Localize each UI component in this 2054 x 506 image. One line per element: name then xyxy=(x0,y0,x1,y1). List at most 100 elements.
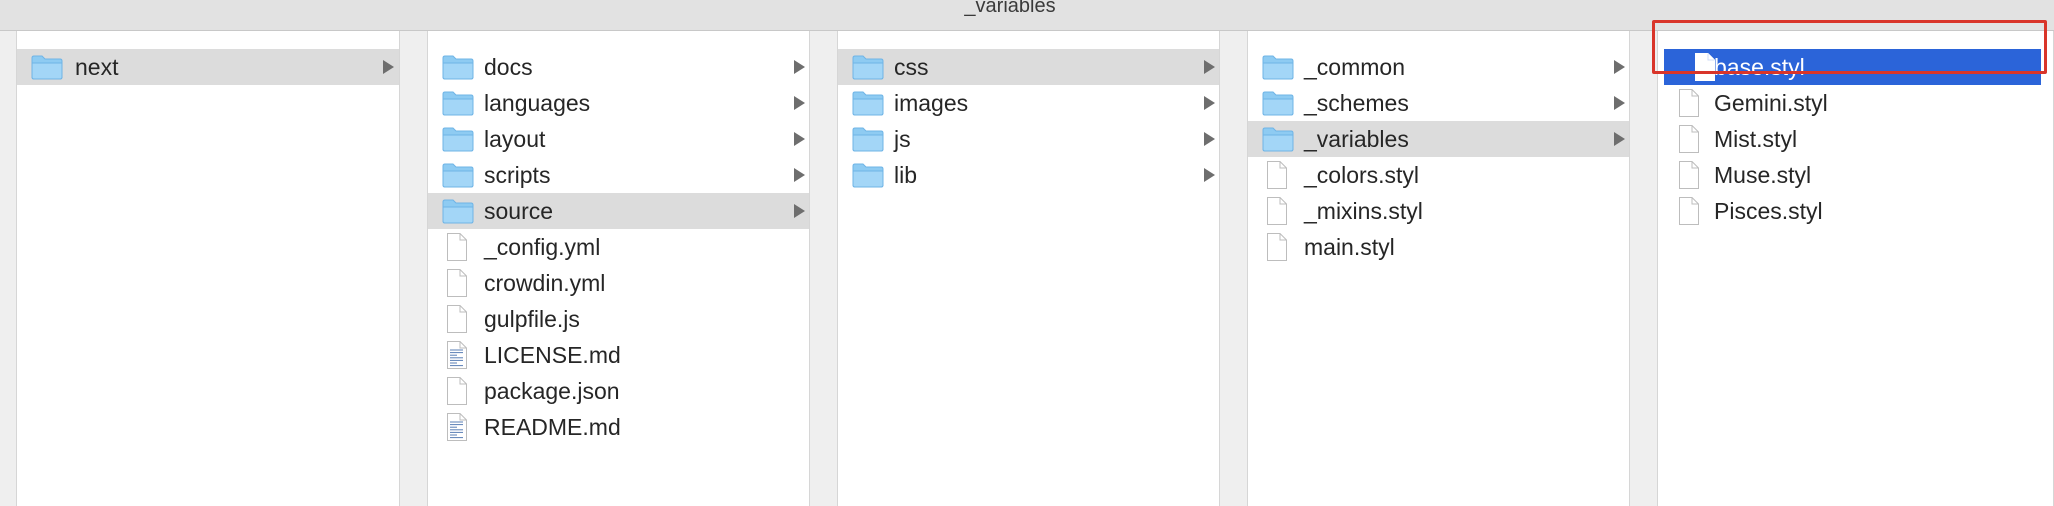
item-label: gulpfile.js xyxy=(484,306,580,332)
folder-row[interactable]: next xyxy=(17,49,399,85)
file-row[interactable]: package.json xyxy=(428,373,809,409)
disclosure-arrow-icon xyxy=(1204,96,1215,110)
document-icon xyxy=(1678,88,1700,123)
folder-icon xyxy=(1262,126,1294,157)
file-row[interactable]: crowdin.yml xyxy=(428,265,809,301)
highlight-annotation xyxy=(1652,20,2047,74)
item-label: css xyxy=(894,54,929,80)
item-label: _colors.styl xyxy=(1304,162,1420,188)
folder-row[interactable]: _common xyxy=(1248,49,1629,85)
disclosure-arrow-icon xyxy=(794,60,805,74)
item-label: Mist.styl xyxy=(1714,126,1798,152)
item-label: layout xyxy=(484,126,546,152)
browser-column[interactable]: next xyxy=(16,31,400,506)
text-document-icon xyxy=(446,340,468,375)
file-row[interactable]: Muse.styl xyxy=(1658,157,2053,193)
document-icon xyxy=(446,268,468,303)
folder-row[interactable]: scripts xyxy=(428,157,809,193)
column-gap xyxy=(1220,31,1247,506)
file-row[interactable]: Pisces.styl xyxy=(1658,193,2053,229)
file-row[interactable]: Mist.styl xyxy=(1658,121,2053,157)
document-icon xyxy=(446,304,468,339)
item-label: crowdin.yml xyxy=(484,270,606,296)
folder-icon xyxy=(442,198,474,229)
file-row[interactable]: _mixins.styl xyxy=(1248,193,1629,229)
document-icon xyxy=(1266,160,1288,195)
folder-icon xyxy=(442,126,474,157)
item-label: _common xyxy=(1304,54,1405,80)
folder-row[interactable]: layout xyxy=(428,121,809,157)
item-label: js xyxy=(894,126,911,152)
folder-row[interactable]: languages xyxy=(428,85,809,121)
item-label: LICENSE.md xyxy=(484,342,621,368)
item-label: README.md xyxy=(484,414,621,440)
window-title: _variables xyxy=(964,0,1056,17)
folder-row[interactable]: js xyxy=(838,121,1219,157)
folder-icon xyxy=(442,54,474,85)
file-row[interactable]: Gemini.styl xyxy=(1658,85,2053,121)
disclosure-arrow-icon xyxy=(794,96,805,110)
folder-icon xyxy=(852,162,884,193)
item-label: _config.yml xyxy=(484,234,601,260)
file-row[interactable]: gulpfile.js xyxy=(428,301,809,337)
document-icon xyxy=(446,232,468,267)
browser-column[interactable]: base.styl Gemini.styl Mist.styl Muse.styl Pi… xyxy=(1657,31,2054,506)
folder-icon xyxy=(1262,54,1294,85)
item-label: Pisces.styl xyxy=(1714,198,1823,224)
item-label: _mixins.styl xyxy=(1304,198,1423,224)
browser-column[interactable]: _common _schemes _variables _colors.styl _mi… xyxy=(1247,31,1630,506)
folder-icon xyxy=(852,54,884,85)
folder-row[interactable]: source xyxy=(428,193,809,229)
item-label: _variables xyxy=(1304,126,1409,152)
column-gap xyxy=(1630,31,1657,506)
disclosure-arrow-icon xyxy=(1204,132,1215,146)
disclosure-arrow-icon xyxy=(383,60,394,74)
folder-row[interactable]: css xyxy=(838,49,1219,85)
folder-row[interactable]: _schemes xyxy=(1248,85,1629,121)
file-row[interactable]: _colors.styl xyxy=(1248,157,1629,193)
folder-icon xyxy=(852,126,884,157)
disclosure-arrow-icon xyxy=(1614,132,1625,146)
browser-column[interactable]: css images js lib xyxy=(837,31,1220,506)
folder-icon xyxy=(442,162,474,193)
item-label: next xyxy=(75,54,119,80)
item-label: images xyxy=(894,90,969,116)
folder-row[interactable]: lib xyxy=(838,157,1219,193)
item-label: package.json xyxy=(484,378,620,404)
folder-row[interactable]: docs xyxy=(428,49,809,85)
item-label: scripts xyxy=(484,162,551,188)
disclosure-arrow-icon xyxy=(1614,60,1625,74)
item-label: docs xyxy=(484,54,533,80)
document-icon xyxy=(1678,196,1700,231)
item-label: Gemini.styl xyxy=(1714,90,1828,116)
column-gap xyxy=(400,31,427,506)
folder-icon xyxy=(31,54,63,85)
file-row[interactable]: README.md xyxy=(428,409,809,445)
disclosure-arrow-icon xyxy=(1204,168,1215,182)
folder-icon xyxy=(442,90,474,121)
item-label: lib xyxy=(894,162,918,188)
disclosure-arrow-icon xyxy=(794,168,805,182)
column-gap xyxy=(810,31,837,506)
item-label: languages xyxy=(484,90,591,116)
disclosure-arrow-icon xyxy=(794,204,805,218)
document-icon xyxy=(1266,232,1288,267)
disclosure-arrow-icon xyxy=(1204,60,1215,74)
folder-row[interactable]: images xyxy=(838,85,1219,121)
folder-icon xyxy=(852,90,884,121)
disclosure-arrow-icon xyxy=(1614,96,1625,110)
browser-column[interactable]: docs languages layout scripts source _config.… xyxy=(427,31,810,506)
document-icon xyxy=(1678,124,1700,159)
file-row[interactable]: _config.yml xyxy=(428,229,809,265)
file-row[interactable]: main.styl xyxy=(1248,229,1629,265)
document-icon xyxy=(1678,160,1700,195)
item-label: Muse.styl xyxy=(1714,162,1812,188)
item-label: source xyxy=(484,198,554,224)
document-icon xyxy=(446,376,468,411)
column-gap xyxy=(0,31,16,506)
file-row[interactable]: LICENSE.md xyxy=(428,337,809,373)
folder-row[interactable]: _variables xyxy=(1248,121,1629,157)
text-document-icon xyxy=(446,412,468,447)
disclosure-arrow-icon xyxy=(794,132,805,146)
item-label: _schemes xyxy=(1304,90,1409,116)
